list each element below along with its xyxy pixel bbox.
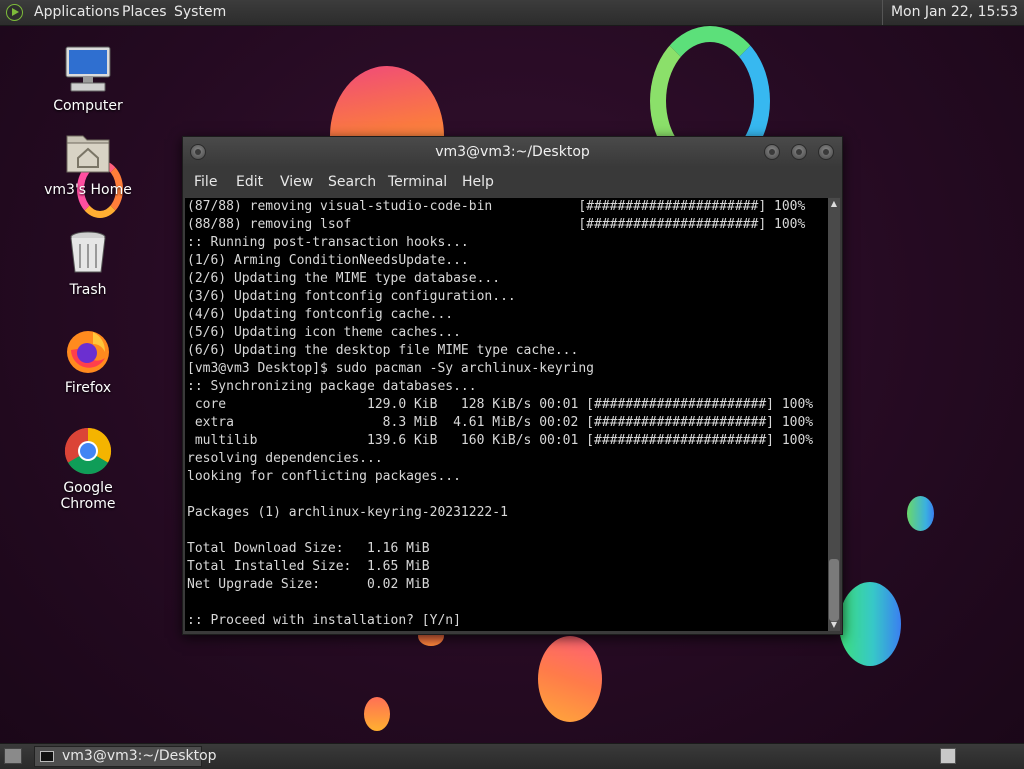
wallpaper-green-blob bbox=[907, 496, 934, 531]
menu-places[interactable]: Places bbox=[122, 0, 167, 25]
desktop-icon-label: vm3's Home bbox=[44, 182, 132, 198]
menu-search[interactable]: Search bbox=[328, 167, 376, 197]
terminal-line: resolving dependencies... bbox=[187, 451, 383, 466]
terminal-line: core 129.0 KiB 128 KiB/s 00:01 [########… bbox=[187, 397, 814, 412]
terminal-line bbox=[185, 486, 828, 504]
menu-file[interactable]: File bbox=[194, 167, 217, 197]
chrome-icon bbox=[63, 426, 113, 476]
terminal-line: (87/88) removing visual-studio-code-bin … bbox=[187, 199, 806, 214]
desktop-icon-trash[interactable]: Trash bbox=[38, 228, 138, 298]
terminal-line: (1/6) Arming ConditionNeedsUpdate... bbox=[187, 253, 469, 268]
taskbar-button-label: vm3@vm3:~/Desktop bbox=[62, 748, 217, 764]
terminal-line: Total Installed Size: 1.65 MiB bbox=[187, 559, 430, 574]
menu-view[interactable]: View bbox=[280, 167, 313, 197]
terminal-line: multilib 139.6 KiB 160 KiB/s 00:01 [####… bbox=[187, 433, 814, 448]
terminal-window: vm3@vm3:~/Desktop File Edit View Search … bbox=[182, 136, 843, 635]
terminal-line: (2/6) Updating the MIME type database... bbox=[187, 271, 501, 286]
home-folder-icon bbox=[63, 128, 113, 178]
firefox-icon bbox=[63, 326, 113, 376]
terminal-prompt-line: :: Proceed with installation? [Y/n] bbox=[187, 613, 469, 628]
applications-logo-icon[interactable] bbox=[6, 4, 23, 21]
scroll-up-icon[interactable]: ▲ bbox=[829, 199, 839, 209]
terminal-line: Net Upgrade Size: 0.02 MiB bbox=[187, 577, 430, 592]
terminal-line bbox=[185, 594, 828, 612]
minimize-button[interactable] bbox=[764, 144, 780, 160]
menu-help[interactable]: Help bbox=[462, 167, 494, 197]
terminal-line: Packages (1) archlinux-keyring-20231222-… bbox=[187, 505, 508, 520]
menu-system[interactable]: System bbox=[174, 0, 226, 25]
window-title: vm3@vm3:~/Desktop bbox=[435, 144, 590, 160]
menu-edit[interactable]: Edit bbox=[236, 167, 263, 197]
menu-applications[interactable]: Applications bbox=[34, 0, 120, 25]
terminal-line: (5/6) Updating icon theme caches... bbox=[187, 325, 461, 340]
terminal-line: (4/6) Updating fontconfig cache... bbox=[187, 307, 454, 322]
terminal-line: [vm3@vm3 Desktop]$ sudo pacman -Sy archl… bbox=[187, 361, 594, 376]
close-button[interactable] bbox=[818, 144, 834, 160]
scrollbar-thumb[interactable] bbox=[829, 559, 839, 621]
trash-icon bbox=[63, 228, 113, 278]
terminal-output[interactable]: (87/88) removing visual-studio-code-bin … bbox=[185, 198, 828, 631]
terminal-menubar: File Edit View Search Terminal Help bbox=[183, 167, 842, 197]
desktop-icon-firefox[interactable]: Firefox bbox=[38, 326, 138, 396]
terminal-line: :: Running post-transaction hooks... bbox=[187, 235, 469, 250]
terminal-line: (88/88) removing lsof [#################… bbox=[187, 217, 806, 232]
desktop-icon-label: Trash bbox=[69, 282, 107, 298]
terminal-line: (6/6) Updating the desktop file MIME typ… bbox=[187, 343, 579, 358]
taskbar-button-terminal[interactable]: vm3@vm3:~/Desktop bbox=[34, 746, 217, 767]
terminal-line: Total Download Size: 1.16 MiB bbox=[187, 541, 430, 556]
desktop-icon-label: Google Chrome bbox=[60, 480, 116, 512]
wallpaper-green-blob bbox=[839, 582, 901, 666]
maximize-button[interactable] bbox=[791, 144, 807, 160]
workspace-switcher-icon[interactable] bbox=[940, 748, 956, 764]
desktop-icon-home[interactable]: vm3's Home bbox=[38, 128, 138, 198]
show-desktop-icon[interactable] bbox=[4, 748, 22, 764]
terminal-line: extra 8.3 MiB 4.61 MiB/s 00:02 [########… bbox=[187, 415, 814, 430]
desktop-icon-label: Firefox bbox=[64, 380, 112, 396]
desktop-icon-computer[interactable]: Computer bbox=[38, 44, 138, 114]
wallpaper-orange-blob bbox=[538, 636, 602, 722]
computer-icon bbox=[63, 44, 113, 94]
wallpaper-orange-blob bbox=[364, 697, 390, 731]
bottom-panel: vm3@vm3:~/Desktop bbox=[0, 743, 1024, 769]
terminal-scrollbar[interactable]: ▲ ▼ bbox=[828, 198, 840, 631]
panel-clock[interactable]: Mon Jan 22, 15:53 bbox=[881, 0, 1018, 25]
window-titlebar[interactable]: vm3@vm3:~/Desktop bbox=[183, 137, 842, 167]
desktop-icon-chrome[interactable]: Google Chrome bbox=[38, 426, 138, 512]
terminal-line: (3/6) Updating fontconfig configuration.… bbox=[187, 289, 516, 304]
menu-terminal[interactable]: Terminal bbox=[388, 167, 447, 197]
terminal-line bbox=[185, 522, 828, 540]
scroll-down-icon[interactable]: ▼ bbox=[829, 620, 839, 630]
terminal-icon bbox=[40, 751, 54, 762]
desktop-icon-label: Computer bbox=[53, 98, 123, 114]
terminal-line: looking for conflicting packages... bbox=[187, 469, 461, 484]
top-panel: Applications Places System Mon Jan 22, 1… bbox=[0, 0, 1024, 26]
terminal-line: :: Synchronizing package databases... bbox=[187, 379, 477, 394]
